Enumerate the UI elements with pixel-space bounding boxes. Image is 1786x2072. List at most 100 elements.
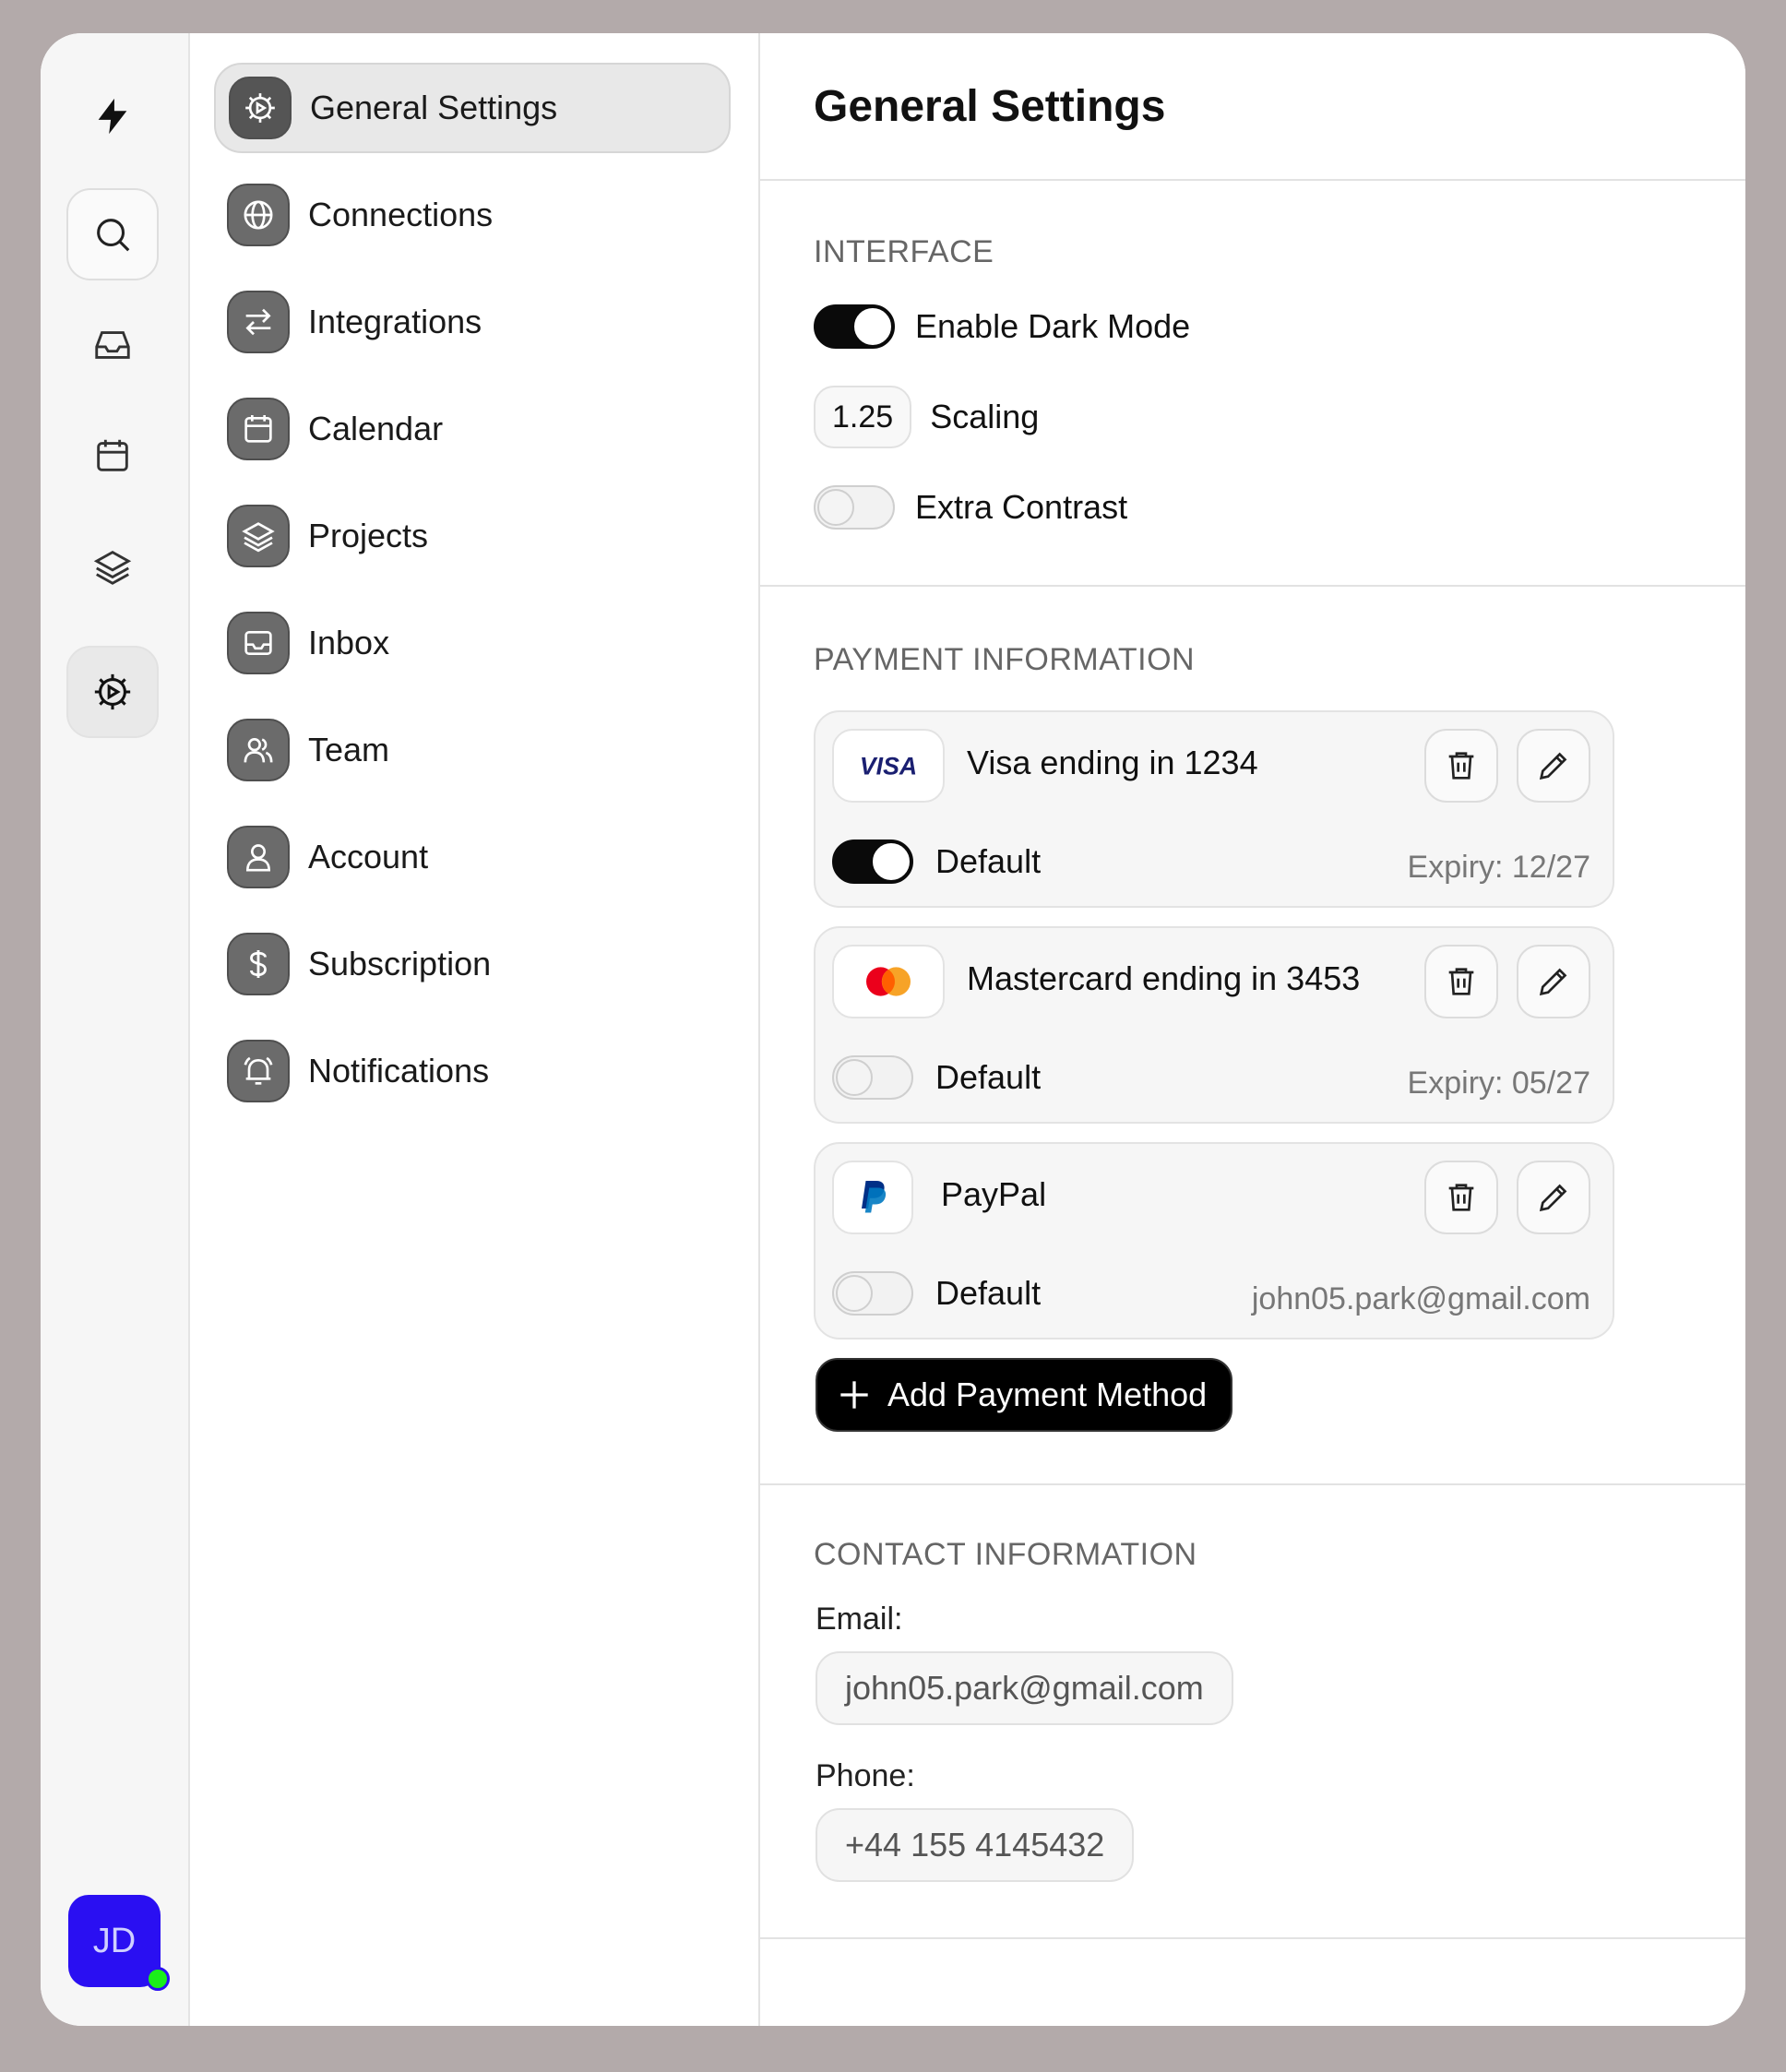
- layers-icon: [227, 505, 290, 567]
- team-icon: [227, 719, 290, 781]
- paypal-logo-icon: [832, 1161, 913, 1234]
- toggle-knob: [836, 1275, 873, 1312]
- nav-item-general-settings[interactable]: General Settings: [214, 63, 731, 153]
- phone-field[interactable]: +44 155 4145432: [816, 1808, 1135, 1882]
- extra-contrast-label: Extra Contrast: [915, 488, 1128, 526]
- trash-icon: [1448, 968, 1474, 995]
- visa-logo-text: VISA: [860, 752, 917, 780]
- nav-item-team[interactable]: Team: [214, 705, 731, 795]
- nav-label: Account: [308, 838, 429, 875]
- delete-card-button[interactable]: [1424, 945, 1498, 1018]
- inbox-rail-button[interactable]: [66, 299, 159, 391]
- pencil-icon: [1539, 1184, 1567, 1212]
- nav-label: Calendar: [308, 410, 444, 447]
- layers-rail-button[interactable]: [66, 520, 159, 613]
- payment-section-label: PAYMENT INFORMATION: [814, 642, 1196, 677]
- nav-label: Connections: [308, 196, 494, 233]
- card-expiry: Expiry: 05/27: [1407, 1066, 1590, 1101]
- user-icon: [227, 826, 290, 888]
- settings-window: JD General Settings Connections Integrat…: [41, 33, 1745, 2026]
- payment-card-title: PayPal: [941, 1175, 1047, 1213]
- search-button[interactable]: [66, 188, 159, 280]
- edit-card-button[interactable]: [1517, 1161, 1590, 1234]
- calendar-icon: [227, 398, 290, 460]
- dollar-icon: [227, 933, 290, 995]
- dark-mode-toggle[interactable]: [814, 304, 895, 349]
- settings-nav: General Settings Connections Integration…: [190, 33, 760, 2026]
- trash-icon: [1448, 752, 1474, 780]
- nav-item-notifications[interactable]: Notifications: [214, 1026, 731, 1116]
- paypal-email: john05.park@gmail.com: [1251, 1281, 1590, 1316]
- scaling-label: Scaling: [930, 398, 1040, 435]
- payment-card-paypal: PayPal Default john05.park@gmail.com: [814, 1142, 1614, 1340]
- scaling-row: 1.25 Scaling: [814, 386, 1039, 448]
- mastercard-logo-icon: [832, 945, 945, 1018]
- extra-contrast-toggle[interactable]: [814, 485, 895, 530]
- nav-item-subscription[interactable]: Subscription: [214, 919, 731, 1009]
- nav-item-inbox[interactable]: Inbox: [214, 598, 731, 688]
- avatar-initials: JD: [92, 1921, 137, 1960]
- dark-mode-row: Enable Dark Mode: [814, 304, 1190, 349]
- nav-item-integrations[interactable]: Integrations: [214, 277, 731, 367]
- nav-item-calendar[interactable]: Calendar: [214, 384, 731, 474]
- arrows-icon: [227, 291, 290, 353]
- toggle-knob: [854, 308, 891, 345]
- payment-card-visa: VISA Visa ending in 1234 Default Expiry:…: [814, 710, 1614, 908]
- trash-icon: [1448, 1184, 1474, 1211]
- payment-card-title: Mastercard ending in 3453: [967, 959, 1361, 997]
- email-label: Email:: [816, 1602, 903, 1637]
- user-avatar[interactable]: JD: [68, 1895, 170, 1991]
- page-title: General Settings: [814, 82, 1166, 131]
- default-label: Default: [935, 1058, 1042, 1096]
- default-label: Default: [935, 1274, 1042, 1312]
- pencil-icon: [1539, 752, 1567, 780]
- icon-rail: JD: [41, 33, 190, 2026]
- online-status-dot: [146, 1967, 170, 1991]
- edit-card-button[interactable]: [1517, 729, 1590, 803]
- bolt-logo-icon: [66, 70, 159, 162]
- card-expiry: Expiry: 12/27: [1407, 850, 1590, 885]
- delete-card-button[interactable]: [1424, 729, 1498, 803]
- add-payment-method-button[interactable]: Add Payment Method: [816, 1358, 1233, 1432]
- visa-logo-icon: VISA: [832, 729, 945, 803]
- nav-item-projects[interactable]: Projects: [214, 491, 731, 581]
- divider: [760, 179, 1745, 181]
- payment-card-mastercard: Mastercard ending in 3453 Default Expiry…: [814, 926, 1614, 1124]
- default-card-toggle[interactable]: [832, 840, 913, 884]
- gear-icon: [229, 77, 292, 139]
- calendar-rail-button[interactable]: [66, 410, 159, 502]
- edit-card-button[interactable]: [1517, 945, 1590, 1018]
- delete-card-button[interactable]: [1424, 1161, 1498, 1234]
- nav-label: Integrations: [308, 303, 482, 340]
- nav-label: Subscription: [308, 945, 492, 982]
- toggle-knob: [817, 489, 854, 526]
- globe-icon: [227, 184, 290, 246]
- email-field[interactable]: john05.park@gmail.com: [816, 1651, 1233, 1725]
- nav-label: Inbox: [308, 624, 390, 661]
- nav-label: Team: [308, 731, 390, 768]
- extra-contrast-row: Extra Contrast: [814, 485, 1127, 530]
- scaling-input[interactable]: 1.25: [814, 386, 912, 448]
- payment-card-title: Visa ending in 1234: [967, 744, 1258, 781]
- nav-item-account[interactable]: Account: [214, 812, 731, 902]
- plus-icon: [840, 1381, 868, 1409]
- inbox-icon: [227, 612, 290, 674]
- toggle-knob: [873, 843, 910, 880]
- settings-rail-button[interactable]: [66, 646, 159, 738]
- pencil-icon: [1539, 968, 1567, 996]
- settings-content: General Settings INTERFACE Enable Dark M…: [760, 33, 1745, 2026]
- interface-section-label: INTERFACE: [814, 234, 994, 269]
- toggle-knob: [836, 1059, 873, 1096]
- phone-label: Phone:: [816, 1758, 915, 1793]
- divider: [760, 1937, 1745, 1939]
- dark-mode-label: Enable Dark Mode: [915, 307, 1191, 345]
- default-card-toggle[interactable]: [832, 1271, 913, 1316]
- divider: [760, 1483, 1745, 1485]
- nav-item-connections[interactable]: Connections: [214, 170, 731, 260]
- default-label: Default: [935, 842, 1042, 880]
- default-card-toggle[interactable]: [832, 1055, 913, 1100]
- nav-label: General Settings: [310, 89, 558, 126]
- nav-label: Notifications: [308, 1052, 490, 1090]
- add-payment-method-label: Add Payment Method: [887, 1375, 1208, 1413]
- nav-label: Projects: [308, 517, 429, 554]
